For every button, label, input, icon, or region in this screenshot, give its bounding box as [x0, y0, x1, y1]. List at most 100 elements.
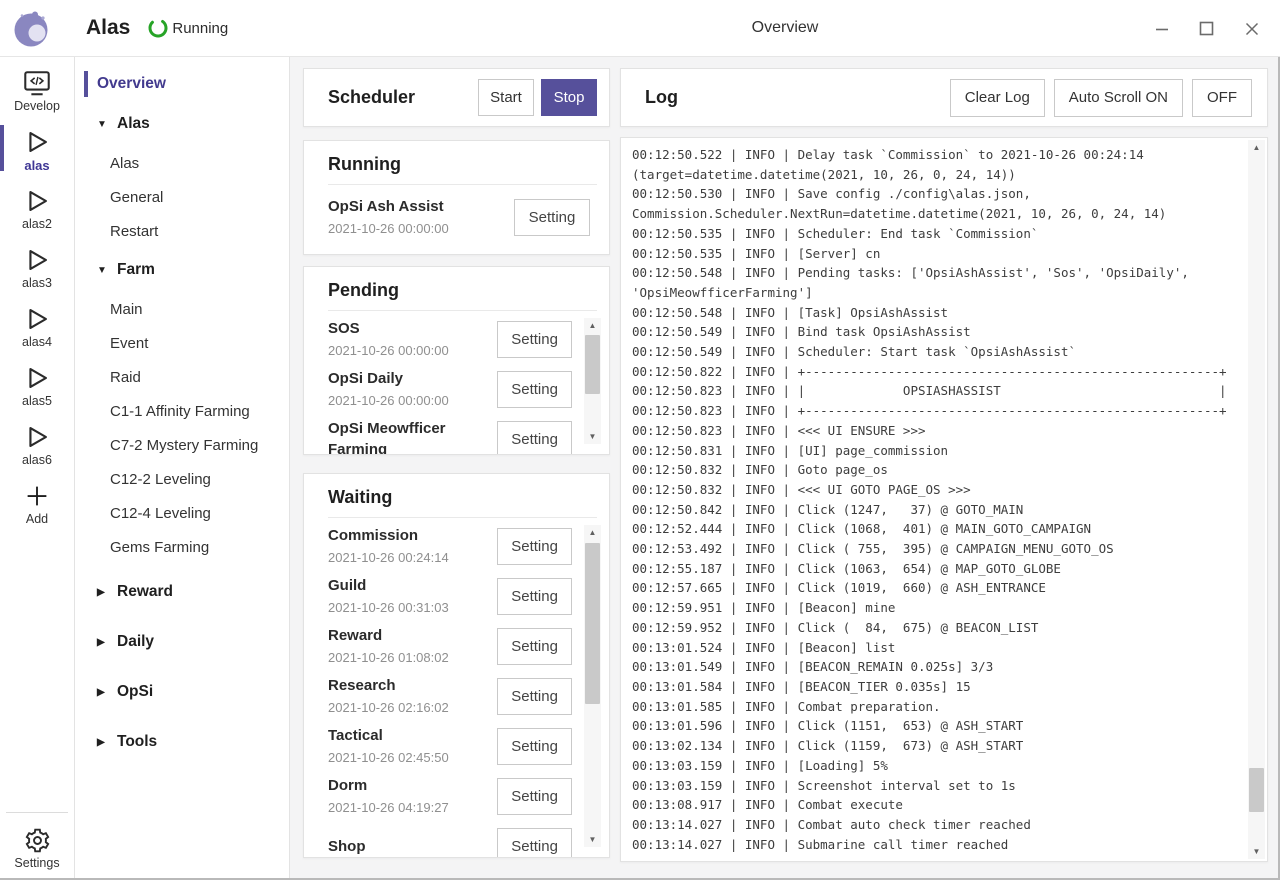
start-button[interactable]: Start: [478, 79, 534, 116]
task-name: OpSi Ash Assist: [328, 196, 500, 217]
task-name: SOS: [328, 318, 497, 339]
setting-button[interactable]: Setting: [497, 421, 572, 456]
task-row: ShopSetting: [304, 821, 609, 858]
setting-button[interactable]: Setting: [497, 321, 572, 358]
sidebar-item-restart[interactable]: Restart: [75, 214, 289, 248]
rail-item-alas5[interactable]: alas5: [0, 363, 74, 409]
running-panel: Running OpSi Ash Assist2021-10-26 00:00:…: [303, 140, 610, 255]
pending-panel: Pending SOS2021-10-26 00:00:00SettingOpS…: [303, 266, 610, 455]
play-icon: [22, 127, 52, 157]
setting-button[interactable]: Setting: [497, 828, 572, 859]
gear-icon: [24, 825, 51, 855]
scrollbar-thumb[interactable]: [1249, 768, 1264, 811]
sidebar-group-label: OpSi: [117, 683, 153, 701]
sidebar-group-tools[interactable]: ▶Tools: [75, 720, 289, 764]
rail-item-label: Develop: [14, 99, 60, 113]
log-scrollbar[interactable]: ▲ ▼: [1248, 140, 1265, 859]
maximize-button[interactable]: [1184, 0, 1229, 57]
rail-item-settings[interactable]: Settings: [0, 825, 74, 870]
sidebar-item-c12-4-leveling[interactable]: C12-4 Leveling: [75, 496, 289, 530]
task-info: SOS 2021-10-26 00:00:00: [328, 318, 497, 360]
rail-item-add[interactable]: Add: [0, 481, 74, 527]
stop-button[interactable]: Stop: [541, 79, 597, 116]
rail-item-develop[interactable]: Develop: [0, 68, 74, 114]
close-button[interactable]: [1229, 0, 1274, 57]
triangle-right-icon: ▶: [97, 687, 108, 698]
task-time: 2021-10-26 00:00:00: [328, 391, 497, 410]
sidebar-item-overview[interactable]: Overview: [75, 66, 289, 102]
rail-item-alas3[interactable]: alas3: [0, 245, 74, 291]
rail-divider: [6, 812, 68, 813]
setting-button[interactable]: Setting: [514, 199, 590, 236]
log-title: Log: [645, 87, 941, 108]
sidebar-item-general[interactable]: General: [75, 180, 289, 214]
running-task-list: OpSi Ash Assist2021-10-26 00:00:00Settin…: [304, 185, 609, 246]
play-icon: [22, 245, 52, 275]
log-output[interactable]: 00:12:50.522 | INFO | Delay task `Commis…: [620, 137, 1268, 862]
sidebar-group-reward[interactable]: ▶Reward: [75, 570, 289, 614]
sidebar-item-c12-2-leveling[interactable]: C12-2 Leveling: [75, 462, 289, 496]
scroll-up-icon[interactable]: ▲: [584, 318, 601, 333]
scroll-down-icon[interactable]: ▼: [584, 832, 601, 847]
rail-item-alas2[interactable]: alas2: [0, 186, 74, 232]
triangle-right-icon: ▶: [97, 737, 108, 748]
task-info: Research 2021-10-26 02:16:02: [328, 675, 497, 717]
window-controls: [1139, 0, 1274, 57]
sidebar-item-raid[interactable]: Raid: [75, 360, 289, 394]
task-time: 2021-10-26 00:00:00: [328, 341, 497, 360]
sidebar-group-farm[interactable]: ▼Farm: [75, 248, 289, 292]
scroll-up-icon[interactable]: ▲: [1248, 140, 1265, 155]
app-logo-icon: [8, 4, 56, 52]
play-icon: [22, 422, 52, 452]
sidebar-item-gems-farming[interactable]: Gems Farming: [75, 530, 289, 564]
setting-button[interactable]: Setting: [497, 628, 572, 665]
waiting-title: Waiting: [328, 487, 585, 508]
setting-button[interactable]: Setting: [497, 371, 572, 408]
rail-item-alas4[interactable]: alas4: [0, 304, 74, 350]
sidebar-group-alas[interactable]: ▼Alas: [75, 102, 289, 146]
minimize-button[interactable]: [1139, 0, 1184, 57]
clear-log-button[interactable]: Clear Log: [950, 79, 1045, 117]
sidebar-item-event[interactable]: Event: [75, 326, 289, 360]
setting-button[interactable]: Setting: [497, 528, 572, 565]
setting-button[interactable]: Setting: [497, 578, 572, 615]
task-row: OpSi Daily2021-10-26 00:00:00Setting: [304, 364, 609, 414]
triangle-right-icon: ▶: [97, 587, 108, 598]
running-spinner-icon: [147, 17, 169, 39]
task-row: SOS 2021-10-26 00:00:00Setting: [304, 314, 609, 364]
sidebar-group-opsi[interactable]: ▶ OpSi: [75, 670, 289, 714]
code-icon: [22, 68, 52, 98]
task-row: Commission2021-10-26 00:24:14Setting: [304, 521, 609, 571]
sidebar-item-alas[interactable]: Alas: [75, 146, 289, 180]
waiting-scrollbar[interactable]: ▲ ▼: [584, 525, 601, 847]
sidebar-item-label: Overview: [97, 75, 166, 93]
triangle-right-icon: ▶: [97, 637, 108, 648]
task-name: Research: [328, 675, 497, 696]
sidebar-item-c7-2-mystery-farming[interactable]: C7-2 Mystery Farming: [75, 428, 289, 462]
scrollbar-thumb[interactable]: [585, 543, 600, 704]
task-name: Shop: [328, 836, 497, 857]
task-name: Tactical: [328, 725, 497, 746]
rail-item-alas6[interactable]: alas6: [0, 422, 74, 468]
rail-item-label: alas3: [22, 276, 52, 290]
task-time: 2021-10-26 02:16:02: [328, 698, 497, 717]
setting-button[interactable]: Setting: [497, 778, 572, 815]
waiting-task-list: Commission2021-10-26 00:24:14SettingGuil…: [304, 518, 609, 858]
sidebar-item-main[interactable]: Main: [75, 292, 289, 326]
pending-scrollbar[interactable]: ▲ ▼: [584, 318, 601, 444]
sidebar-item-c1-1-affinity-farming[interactable]: C1-1 Affinity Farming: [75, 394, 289, 428]
scroll-up-icon[interactable]: ▲: [584, 525, 601, 540]
task-row: Tactical2021-10-26 02:45:50Setting: [304, 721, 609, 771]
rail-item-label: alas5: [22, 394, 52, 408]
scrollbar-thumb[interactable]: [585, 335, 600, 395]
auto-scroll-off-button[interactable]: OFF: [1192, 79, 1252, 117]
scroll-down-icon[interactable]: ▼: [584, 429, 601, 444]
scroll-down-icon[interactable]: ▼: [1248, 844, 1265, 859]
auto-scroll-on-button[interactable]: Auto Scroll ON: [1054, 79, 1183, 117]
rail-item-alas[interactable]: alas: [0, 127, 74, 173]
rail-item-label: Settings: [14, 856, 59, 870]
left-rail: Developalasalas2alas3alas4alas5alas6Add …: [0, 57, 75, 878]
setting-button[interactable]: Setting: [497, 678, 572, 715]
sidebar-group-daily[interactable]: ▶Daily: [75, 620, 289, 664]
setting-button[interactable]: Setting: [497, 728, 572, 765]
